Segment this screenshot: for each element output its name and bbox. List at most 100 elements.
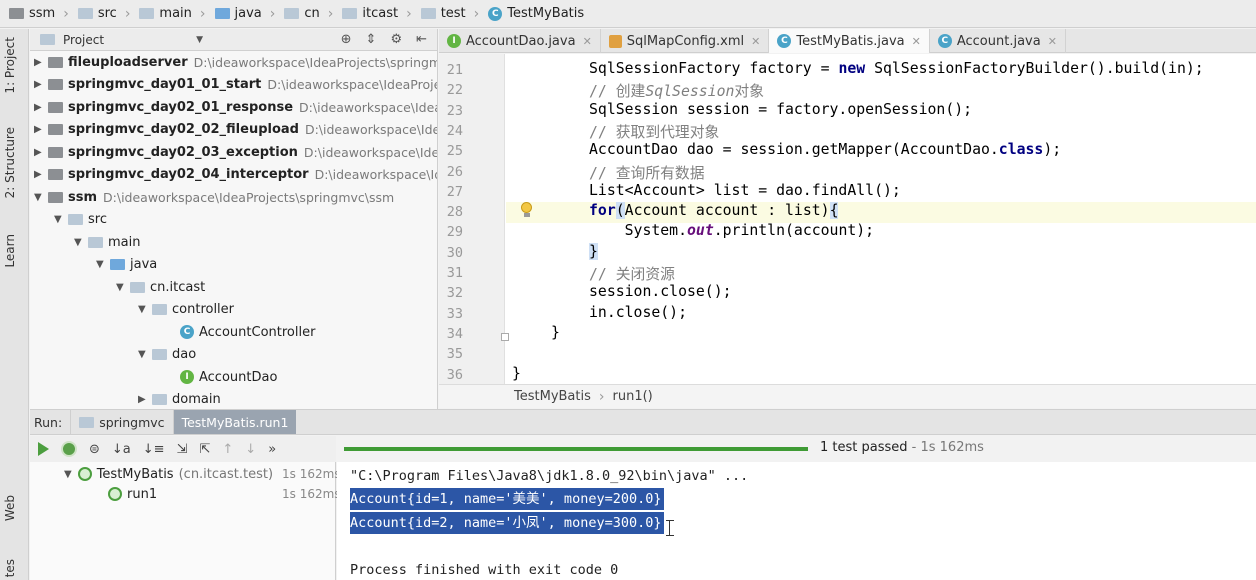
chevron-down-icon[interactable]: ▼ — [138, 304, 152, 315]
chevron-down-icon[interactable]: ▼ — [54, 214, 68, 225]
tree-item-path: D:\ideaworkspace\IdeaI — [314, 167, 437, 183]
collapse-all-icon[interactable]: ⇕ — [366, 32, 377, 47]
breadcrumb-main[interactable]: main — [136, 0, 193, 28]
scroll-from-source-icon[interactable]: ⊕ — [341, 32, 352, 47]
chevron-right-icon[interactable]: ▶ — [34, 79, 48, 90]
breadcrumb-label: java — [234, 6, 262, 21]
chevron-down-icon[interactable]: ▼ — [74, 237, 88, 248]
chevron-right-icon: › — [598, 388, 605, 405]
fold-marker-icon[interactable] — [501, 333, 509, 341]
breadcrumb-method[interactable]: run1() — [613, 389, 653, 404]
line-number: 29 — [446, 224, 463, 241]
code-line: } — [512, 364, 521, 382]
code-editor[interactable]: 21 22 23 24 25 26 27 28 29 30 31 32 33 3… — [439, 54, 1256, 384]
chevron-down-icon[interactable]: ▼ — [64, 469, 72, 480]
tree-item[interactable]: C AccountController — [180, 321, 315, 344]
tree-item[interactable]: ▶ fileuploadserver D:\ideaworkspace\IdeaPr… — [34, 51, 437, 74]
chevron-right-icon[interactable]: ▶ — [138, 394, 152, 405]
breadcrumb-src[interactable]: src — [75, 0, 119, 28]
folder-icon — [68, 214, 83, 226]
tree-item-label: AccountDao — [199, 369, 278, 385]
learn-tool-tab[interactable]: Learn — [3, 234, 17, 268]
close-icon[interactable]: ✕ — [583, 35, 592, 48]
project-tool-tab[interactable]: 1: Project — [3, 37, 17, 94]
chevron-down-icon[interactable]: ▼ — [138, 349, 152, 360]
tree-item[interactable]: ▼ src — [54, 209, 107, 232]
chevron-right-icon[interactable]: ▶ — [34, 169, 48, 180]
breadcrumb-itcast[interactable]: itcast — [339, 0, 400, 28]
chevron-down-icon[interactable]: ▼ — [116, 282, 130, 293]
test-result-row[interactable]: run1 1s 162ms — [108, 483, 341, 505]
tree-item[interactable]: ▼ java — [96, 254, 157, 277]
tree-item[interactable]: ▶ domain — [138, 389, 221, 410]
gear-icon[interactable]: ⚙ — [390, 32, 402, 47]
tree-item[interactable]: ▼ ssm D:\ideaworkspace\IdeaProjects\spring… — [34, 186, 394, 209]
console-line: "C:\Program Files\Java8\jdk1.8.0_92\bin\… — [350, 468, 749, 484]
brace-match: { — [829, 202, 839, 220]
close-icon[interactable]: ✕ — [751, 35, 760, 48]
tree-item-label: springmvc_day01_01_start — [68, 77, 262, 93]
package-icon — [130, 281, 145, 293]
run-tab-label: TestMyBatis.run1 — [181, 414, 289, 430]
chevron-right-icon[interactable]: ▶ — [34, 102, 48, 113]
lightbulb-icon[interactable] — [521, 202, 533, 218]
breadcrumb-ssm[interactable]: ssm — [6, 0, 57, 28]
arrow-up-icon[interactable]: ↑ — [222, 442, 233, 457]
chevron-down-icon[interactable]: ▼ — [96, 259, 110, 270]
close-icon[interactable]: ✕ — [912, 35, 921, 48]
project-view-selector[interactable]: Project — [63, 33, 104, 47]
tree-item[interactable]: I AccountDao — [180, 366, 277, 389]
breadcrumb-cn[interactable]: cn — [281, 0, 321, 28]
close-icon[interactable]: ✕ — [1048, 35, 1057, 48]
tree-item[interactable]: ▶ springmvc_day01_01_start D:\ideaworkspac… — [34, 74, 437, 97]
tab-accountdao[interactable]: I AccountDao.java ✕ — [439, 29, 601, 53]
breadcrumb-class[interactable]: TestMyBatis — [514, 389, 591, 404]
collapse-all-icon[interactable]: ⇱ — [199, 442, 210, 457]
web-tool-tab[interactable]: Web — [3, 495, 17, 521]
tree-item-path: D:\ideaworkspace\IdeaProjects\springmvc\… — [103, 189, 395, 205]
breadcrumb-test[interactable]: test — [418, 0, 468, 28]
rerun-icon[interactable] — [38, 442, 49, 456]
chevron-right-icon[interactable]: ▶ — [34, 124, 48, 135]
tree-item[interactable]: ▶ springmvc_day02_02_fileupload D:\ideawor… — [34, 119, 437, 142]
expand-all-icon[interactable]: ⇲ — [177, 442, 188, 457]
tab-sqlmapconfig[interactable]: SqlMapConfig.xml ✕ — [601, 29, 770, 53]
sort-by-duration-icon[interactable]: ↓≡ — [143, 442, 165, 457]
tree-item[interactable]: ▼ main — [74, 231, 140, 254]
console-output[interactable]: "C:\Program Files\Java8\jdk1.8.0_92\bin\… — [337, 462, 1256, 580]
source-folder-icon — [110, 259, 125, 271]
tree-item[interactable]: ▼ cn.itcast — [116, 276, 205, 299]
class-icon: C — [937, 34, 952, 48]
tree-item-label: main — [108, 234, 141, 250]
tab-testmybatis[interactable]: C TestMyBatis.java ✕ — [769, 29, 930, 53]
breadcrumb-testmybatis[interactable]: C TestMyBatis — [485, 0, 586, 28]
tree-item[interactable]: ▼ controller — [138, 299, 234, 322]
xml-file-icon — [608, 34, 622, 48]
breadcrumb-java[interactable]: java — [212, 0, 264, 28]
tree-item[interactable]: ▶ springmvc_day02_01_response D:\ideaworks… — [34, 96, 437, 119]
chevron-right-icon[interactable]: ▶ — [34, 57, 48, 68]
tes-tool-tab[interactable]: tes — [3, 559, 17, 577]
chevron-down-icon[interactable]: ▼ — [196, 35, 203, 45]
test-result-row[interactable]: ▼ TestMyBatis (cn.itcast.test) 1s 162ms — [64, 463, 341, 485]
show-passed-icon[interactable] — [61, 441, 77, 457]
tree-item[interactable]: ▼ dao — [138, 344, 196, 367]
structure-tool-tab[interactable]: 2: Structure — [3, 127, 17, 198]
brace-match: } — [589, 242, 598, 260]
hide-icon[interactable]: ⇤ — [416, 32, 427, 47]
code-line: System.out.println(account); — [589, 222, 874, 239]
run-tab-springmvc[interactable]: springmvc — [70, 410, 172, 434]
tree-item[interactable]: ▶ springmvc_day02_04_interceptor D:\ideawo… — [34, 164, 437, 187]
test-passed-icon — [77, 467, 92, 481]
show-ignored-icon[interactable]: ⊜ — [89, 442, 100, 457]
arrow-down-icon[interactable]: ↓ — [245, 442, 256, 457]
tab-account[interactable]: C Account.java ✕ — [930, 29, 1066, 53]
chevron-right-icon[interactable]: ▶ — [34, 147, 48, 158]
more-icon[interactable]: » — [268, 442, 276, 457]
run-tab-testmybatis[interactable]: TestMyBatis.run1 — [172, 410, 297, 434]
chevron-down-icon[interactable]: ▼ — [34, 192, 48, 203]
tree-item[interactable]: ▶ springmvc_day02_03_exception D:\ideawork… — [34, 141, 437, 164]
tab-label: AccountDao.java — [466, 33, 576, 49]
breadcrumb-label: main — [159, 6, 192, 21]
sort-alphabetically-icon[interactable]: ↓a — [112, 442, 131, 457]
